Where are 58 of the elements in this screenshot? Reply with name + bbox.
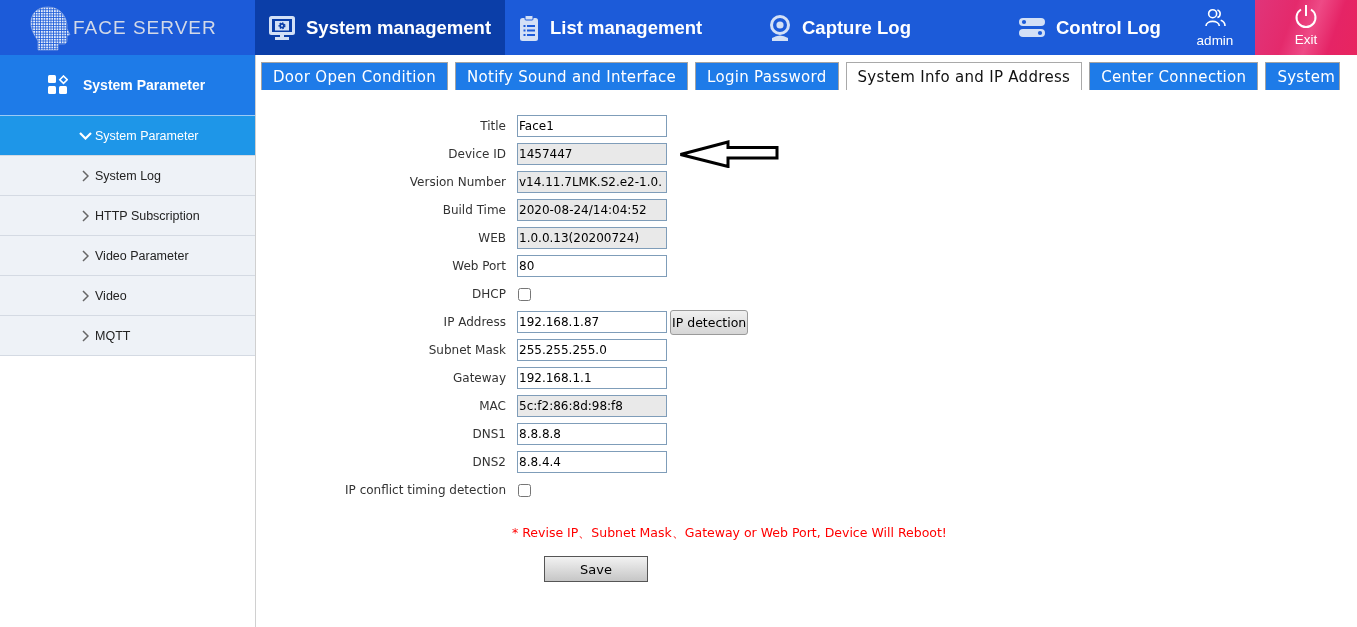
toggle-switches-icon (1019, 18, 1045, 37)
checkbox[interactable] (518, 287, 531, 301)
field-label: MAC (479, 399, 506, 413)
nav-tab[interactable]: Capture Log (755, 0, 1005, 55)
sidebar-item[interactable]: HTTP Subscription (0, 196, 255, 236)
warning-text: * Revise IP、Subnet Mask、Gateway or Web Port, Device Will Reboot! (512, 525, 948, 540)
tab[interactable]: Login Password (695, 62, 839, 90)
nav-tab[interactable]: System management (255, 0, 505, 55)
field-label: Build Time (442, 203, 506, 217)
field-label: DNS1 (472, 427, 506, 441)
user-button[interactable]: admin (1175, 0, 1255, 55)
clipboard-list-icon (519, 14, 539, 41)
input-field[interactable]: 5c:f2:86:8d:98:f8 (517, 395, 667, 417)
field-label: Web Port (452, 259, 506, 273)
input-field[interactable]: 192.168.1.1 (517, 367, 667, 389)
tab[interactable]: Door Open Condition (261, 62, 448, 90)
input-field[interactable]: 192.168.1.87 (517, 311, 667, 333)
power-icon (1294, 4, 1318, 29)
nav-tab[interactable]: List management (505, 0, 755, 55)
field-label: Version Number (409, 175, 506, 189)
grid-icon (48, 75, 68, 95)
input-field[interactable]: 1.0.0.13(20200724) (517, 227, 667, 249)
input-field[interactable]: Face1 (517, 115, 667, 137)
input-field[interactable]: 8.8.8.8 (517, 423, 667, 445)
sidebar-item[interactable]: Video Parameter (0, 236, 255, 276)
sidebar-title: System Parameter (83, 77, 206, 93)
logo-text: FACE SERVER (73, 16, 217, 39)
webcam-icon (769, 14, 791, 41)
input-field[interactable]: 8.8.4.4 (517, 451, 667, 473)
tab[interactable]: Notify Sound and Interface (454, 62, 688, 90)
field-label: DNS2 (472, 455, 506, 469)
exit-button[interactable]: Exit (1255, 0, 1357, 55)
field-label: Device ID (448, 147, 506, 161)
sidebar-item[interactable]: MQTT (0, 316, 255, 356)
nav-tab[interactable]: Control Log (1005, 0, 1175, 55)
monitor-gear-icon (269, 15, 295, 40)
input-field[interactable]: 1457447 (517, 143, 667, 165)
tab[interactable]: System Info and IP Address (845, 62, 1083, 90)
field-label: IP Address (443, 315, 506, 329)
users-icon (1204, 8, 1226, 27)
head-logo-icon (28, 4, 72, 51)
ip-detection-button[interactable]: IP detection (670, 309, 749, 335)
field-label: Title (480, 119, 506, 133)
checkbox[interactable] (518, 483, 531, 497)
tab[interactable]: Center Connection (1089, 62, 1259, 90)
input-field[interactable]: 255.255.255.0 (517, 339, 667, 361)
field-label: Subnet Mask (428, 343, 506, 357)
field-label: WEB (478, 231, 506, 245)
tab[interactable]: System (1265, 62, 1341, 90)
field-label: Gateway (453, 371, 506, 385)
save-button[interactable]: Save (544, 556, 648, 582)
input-field[interactable]: 2020-08-24/14:04:52 (517, 199, 667, 221)
field-label: IP conflict timing detection (345, 483, 506, 497)
field-label: DHCP (472, 287, 506, 301)
sidebar-item[interactable]: System Log (0, 156, 255, 196)
input-field[interactable]: v14.11.7LMK.S2.e2-1.0. (517, 171, 667, 193)
input-field[interactable]: 80 (517, 255, 667, 277)
sidebar-item[interactable]: Video (0, 276, 255, 316)
